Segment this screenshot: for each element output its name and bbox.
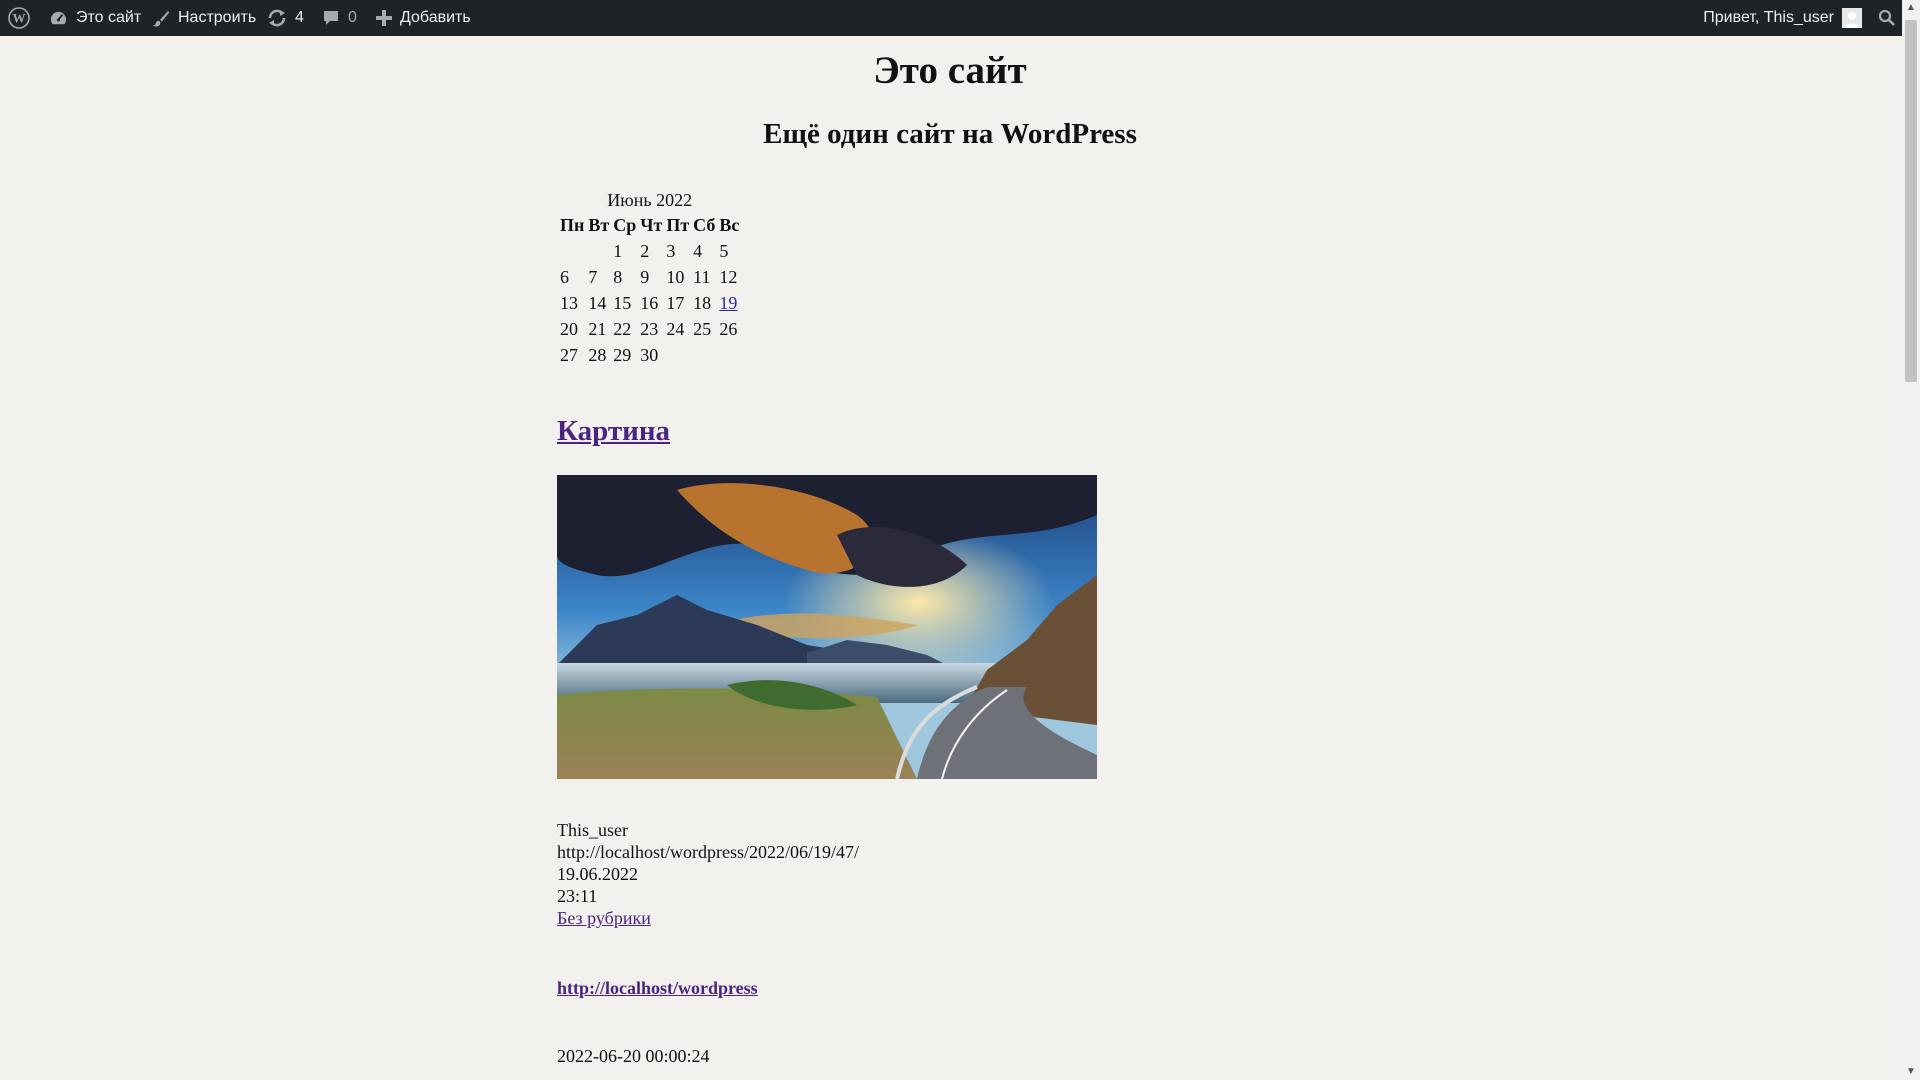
calendar-day: 3 <box>666 240 676 261</box>
calendar-day <box>587 239 610 263</box>
calendar-day: 16 <box>640 292 659 313</box>
dashboard-icon <box>49 9 68 28</box>
calendar-day: 22 <box>613 318 632 339</box>
calendar-day: 19 <box>718 291 740 315</box>
calendar-day: 26 <box>719 318 738 339</box>
page-timestamp: 2022-06-20 00:00:24 <box>557 1046 710 1066</box>
comments-button[interactable]: 0 <box>322 0 357 36</box>
calendar-weekday: Вс <box>719 215 740 235</box>
calendar-week-row: 27 28 29 30 <box>559 343 740 367</box>
calendar-weekday: Вт <box>588 215 610 235</box>
calendar-day <box>559 239 585 263</box>
calendar-week-row: 6 7 8 9 10 11 12 <box>559 265 740 289</box>
paintbrush-icon <box>152 9 170 27</box>
site-title: Это сайт <box>873 49 1027 92</box>
calendar-day: 17 <box>666 292 685 313</box>
calendar-widget: Июнь 2022 Пн Вт Ср Чт Пт Сб Вс 1 2 3 4 5 6 7 8 9 10 11 12… <box>557 190 742 369</box>
search-icon <box>1878 9 1896 27</box>
calendar-day: 8 <box>613 266 623 287</box>
post-meta: This_user http://localhost/wordpress/202… <box>557 819 859 929</box>
post-time: 23:11 <box>557 886 598 906</box>
calendar-day: 12 <box>719 266 738 287</box>
updates-button[interactable]: 4 <box>267 0 304 36</box>
calendar-day: 13 <box>560 292 578 313</box>
calendar-body: 1 2 3 4 5 6 7 8 9 10 11 12 13 14 15 16 17 18 19 20 21 22 23 24 2… <box>559 239 740 367</box>
calendar-day: 5 <box>719 240 729 261</box>
updates-count: 4 <box>295 9 304 26</box>
page-scrollbar[interactable]: ▲ ▼ <box>1902 0 1920 1080</box>
site-name-label: Это сайт <box>76 9 142 26</box>
calendar-day: 23 <box>640 318 659 339</box>
calendar-weekday: Сб <box>693 215 716 235</box>
post-category-link[interactable]: Без рубрики <box>557 908 651 928</box>
calendar-day: 11 <box>693 266 711 287</box>
calendar-day: 4 <box>693 240 703 261</box>
admin-bar: W Это сайт Настроить 4 0 Добавить Привет… <box>0 0 1920 36</box>
calendar-day: 1 <box>613 240 623 261</box>
calendar-week-row: 13 14 15 16 17 18 19 <box>559 291 740 315</box>
calendar-day: 15 <box>613 292 632 313</box>
calendar-day: 6 <box>560 266 569 287</box>
calendar-day: 29 <box>613 344 632 365</box>
calendar-table: Июнь 2022 Пн Вт Ср Чт Пт Сб Вс 1 2 3 4 5 6 7 8 9 10 11 12… <box>557 190 742 369</box>
account-menu[interactable]: Привет, This_user <box>1703 0 1862 36</box>
customize-button[interactable]: Настроить <box>152 0 256 36</box>
calendar-day-link[interactable]: 19 <box>719 293 737 313</box>
calendar-day: 2 <box>640 240 650 261</box>
wordpress-logo-icon: W <box>8 7 30 29</box>
comments-count: 0 <box>348 9 357 26</box>
wordpress-logo-button[interactable]: W <box>8 0 30 36</box>
post-title: Картина <box>557 415 670 448</box>
calendar-weekday: Пн <box>560 215 585 235</box>
calendar-day: 9 <box>640 266 650 287</box>
calendar-caption: Июнь 2022 <box>607 190 693 210</box>
site-url-link[interactable]: http://localhost/wordpress <box>557 978 758 998</box>
scroll-down-arrow-icon[interactable]: ▼ <box>1902 1064 1920 1080</box>
avatar <box>1842 8 1862 28</box>
post-date: 19.06.2022 <box>557 864 638 884</box>
add-new-label: Добавить <box>400 9 471 26</box>
calendar-day <box>718 343 740 367</box>
add-new-button[interactable]: Добавить <box>376 0 471 36</box>
calendar-weekday: Ср <box>613 215 637 235</box>
calendar-day: 25 <box>693 318 712 339</box>
calendar-day: 10 <box>666 266 685 287</box>
svg-text:W: W <box>13 11 26 26</box>
site-name-menu[interactable]: Это сайт <box>49 0 141 36</box>
calendar-day: 21 <box>588 318 607 339</box>
landscape-image <box>557 475 1097 779</box>
site-url-block: http://localhost/wordpress <box>557 978 758 999</box>
post-author: This_user <box>557 820 628 840</box>
calendar-week-row: 12345 <box>559 239 740 263</box>
post-permalink: http://localhost/wordpress/2022/06/19/47… <box>557 842 859 862</box>
calendar-day <box>665 343 690 367</box>
calendar-day: 30 <box>640 344 659 365</box>
plus-icon <box>376 10 392 26</box>
calendar-week-row: 20 21 22 23 24 25 26 <box>559 317 740 341</box>
calendar-day: 28 <box>588 344 607 365</box>
calendar-weekday: Пт <box>666 215 690 235</box>
calendar-weekday: Чт <box>640 215 663 235</box>
site-description: Ещё один сайт на WordPress <box>763 118 1137 150</box>
calendar-day: 7 <box>588 266 598 287</box>
calendar-day: 18 <box>693 292 712 313</box>
calendar-day <box>692 343 716 367</box>
search-button[interactable] <box>1878 0 1896 36</box>
updates-icon <box>267 9 287 27</box>
greeting-label: Привет, This_user <box>1703 9 1834 26</box>
post-title-link[interactable]: Картина <box>557 415 670 447</box>
post-featured-image <box>557 475 1097 779</box>
comment-icon <box>322 9 340 27</box>
calendar-weekday-row: Пн Вт Ср Чт Пт Сб Вс <box>559 214 740 237</box>
customize-label: Настроить <box>178 9 257 26</box>
calendar-day: 27 <box>560 344 578 365</box>
scroll-up-arrow-icon[interactable]: ▲ <box>1902 0 1920 16</box>
calendar-day: 24 <box>666 318 685 339</box>
calendar-day: 14 <box>588 292 607 313</box>
scroll-thumb[interactable] <box>1905 20 1917 382</box>
calendar-day: 20 <box>560 318 578 339</box>
